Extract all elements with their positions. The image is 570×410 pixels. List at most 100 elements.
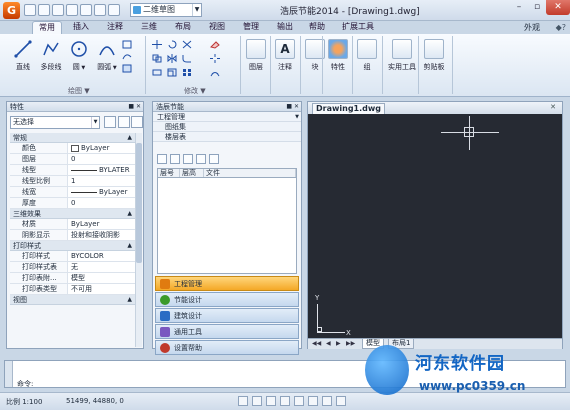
new-project-icon[interactable] bbox=[170, 154, 180, 164]
spline-tool-icon[interactable] bbox=[122, 52, 132, 61]
annotation-button[interactable]: 注释 bbox=[271, 62, 299, 72]
trim-icon[interactable] bbox=[182, 40, 192, 49]
hatch-tool-icon[interactable] bbox=[122, 64, 132, 73]
new-file-icon[interactable] bbox=[24, 4, 36, 16]
remove-floor-icon[interactable] bbox=[196, 154, 206, 164]
document-tab[interactable]: Drawing1.dwg bbox=[312, 103, 385, 114]
nav-architecture-design[interactable]: 建筑设计 bbox=[155, 308, 299, 323]
property-row[interactable]: 阴影显示 投射和接收阴影 bbox=[10, 230, 135, 241]
next-layout-icon[interactable]: ▶ bbox=[336, 340, 341, 347]
utilities-icon[interactable] bbox=[392, 39, 412, 59]
last-layout-icon[interactable]: ▶▶ bbox=[346, 340, 355, 347]
nav-general-tools[interactable]: 通用工具 bbox=[155, 324, 299, 339]
circle-tool-label[interactable]: 圆 ▼ bbox=[64, 62, 94, 72]
select-objects-icon[interactable] bbox=[118, 116, 130, 128]
nav-project-management[interactable]: 工程管理 bbox=[155, 276, 299, 291]
tab-home[interactable]: 常用 bbox=[32, 21, 62, 34]
floor-table-body[interactable] bbox=[157, 178, 297, 274]
tab-layout[interactable]: 布局 bbox=[168, 21, 198, 34]
group-button[interactable]: 组 bbox=[353, 62, 381, 72]
drawing-canvas[interactable]: Y X bbox=[308, 114, 562, 338]
tab-insert[interactable]: 插入 bbox=[66, 21, 96, 34]
property-row[interactable]: 颜色 ByLayer bbox=[10, 143, 135, 154]
annotation-icon[interactable]: A bbox=[275, 39, 295, 59]
property-row[interactable]: 打印表类型 不可用 bbox=[10, 284, 135, 295]
property-row[interactable]: 线宽 ByLayer bbox=[10, 187, 135, 198]
print-icon[interactable] bbox=[80, 4, 92, 16]
panel-pin-close-icon[interactable]: ■ ✕ bbox=[128, 102, 141, 112]
mirror-icon[interactable] bbox=[167, 54, 177, 63]
section-general[interactable]: 常规 ▲ bbox=[10, 133, 135, 143]
array-icon[interactable] bbox=[182, 68, 192, 77]
arc-tool-label[interactable]: 圆弧 ▼ bbox=[92, 62, 122, 72]
close-icon[interactable]: ✕ bbox=[550, 103, 556, 111]
dyn-icon[interactable] bbox=[322, 396, 332, 406]
nav-settings-help[interactable]: 设置帮助 bbox=[155, 340, 299, 355]
property-row[interactable]: 厚度 0 bbox=[10, 198, 135, 209]
layers-icon[interactable] bbox=[246, 39, 266, 59]
rotate-icon[interactable] bbox=[167, 40, 177, 49]
help-icon[interactable]: ◆? bbox=[556, 23, 566, 32]
properties-button[interactable]: 特性 bbox=[324, 62, 352, 72]
property-row[interactable]: 打印样式表无 bbox=[10, 262, 135, 273]
polar-icon[interactable] bbox=[280, 396, 290, 406]
restore-button[interactable]: ▫ bbox=[528, 0, 546, 15]
open-file-icon[interactable] bbox=[38, 4, 50, 16]
nav-energy-design[interactable]: 节能设计 bbox=[155, 292, 299, 307]
otrack-icon[interactable] bbox=[308, 396, 318, 406]
selection-select[interactable]: 无选择 ▼ bbox=[10, 116, 100, 129]
ortho-icon[interactable] bbox=[266, 396, 276, 406]
save-as-icon[interactable] bbox=[66, 4, 78, 16]
prev-layout-icon[interactable]: ◀ bbox=[326, 340, 331, 347]
project-section-header[interactable]: 工程管理 ▼ bbox=[153, 112, 301, 122]
scrollbar-thumb[interactable] bbox=[136, 143, 142, 263]
annotation-scale[interactable]: 比例 1:100 bbox=[6, 397, 42, 407]
undo-icon[interactable] bbox=[94, 4, 106, 16]
open-folder-icon[interactable] bbox=[157, 154, 167, 164]
property-row[interactable]: 线型 BYLATER bbox=[10, 165, 135, 176]
tab-manage[interactable]: 管理 bbox=[236, 21, 266, 34]
property-row[interactable]: 图层 0 bbox=[10, 154, 135, 165]
tab-help[interactable]: 帮助 bbox=[302, 21, 332, 34]
save-icon[interactable] bbox=[52, 4, 64, 16]
polyline-tool-icon[interactable] bbox=[42, 40, 60, 58]
properties-icon[interactable] bbox=[328, 39, 348, 59]
explode-icon[interactable] bbox=[210, 54, 220, 63]
section-3d-effects[interactable]: 三维效果 ▲ bbox=[10, 209, 135, 219]
move-icon[interactable] bbox=[152, 40, 162, 49]
building-icon[interactable] bbox=[209, 154, 219, 164]
offset-icon[interactable] bbox=[210, 68, 220, 77]
tab-annotate[interactable]: 注释 bbox=[100, 21, 130, 34]
app-logo-icon[interactable]: G bbox=[3, 2, 20, 19]
property-row[interactable]: 打印表附... 模型 bbox=[10, 273, 135, 284]
redo-icon[interactable] bbox=[108, 4, 120, 16]
scale-icon[interactable] bbox=[167, 68, 177, 77]
quick-select-icon[interactable] bbox=[131, 116, 143, 128]
workspace-select[interactable]: 二维草图 ▼ bbox=[130, 3, 202, 17]
toggle-pickadd-icon[interactable] bbox=[104, 116, 116, 128]
arc-tool-icon[interactable] bbox=[98, 40, 116, 58]
rectangle-tool-icon[interactable] bbox=[122, 40, 132, 49]
panel-pin-close-icon[interactable]: ■ ✕ bbox=[286, 102, 299, 112]
osnap-icon[interactable] bbox=[294, 396, 304, 406]
section-view[interactable]: 视图 ▲ bbox=[10, 295, 135, 305]
line-tool-icon[interactable] bbox=[14, 40, 32, 58]
section-plot-style[interactable]: 打印样式 ▲ bbox=[10, 241, 135, 251]
minimize-button[interactable]: – bbox=[510, 0, 528, 15]
tab-output[interactable]: 输出 bbox=[270, 21, 300, 34]
close-button[interactable]: ✕ bbox=[546, 0, 570, 15]
command-window-grip[interactable] bbox=[5, 361, 13, 387]
utilities-button[interactable]: 实用工具 bbox=[384, 62, 420, 72]
properties-scrollbar[interactable] bbox=[135, 133, 142, 347]
layers-button[interactable]: 图层 bbox=[242, 62, 270, 72]
tab-extension-tools[interactable]: 扩展工具 bbox=[336, 21, 380, 34]
lineweight-icon[interactable] bbox=[336, 396, 346, 406]
snap-icon[interactable] bbox=[238, 396, 248, 406]
tab-3d[interactable]: 三维 bbox=[134, 21, 164, 34]
add-floor-icon[interactable] bbox=[183, 154, 193, 164]
clipboard-icon[interactable] bbox=[424, 39, 444, 59]
clipboard-button[interactable]: 剪贴板 bbox=[418, 62, 450, 72]
tree-item-sheet-set[interactable]: 图纸集 bbox=[153, 122, 301, 132]
appearance-menu[interactable]: 外观 bbox=[524, 22, 540, 33]
property-row[interactable]: 线型比例 1 bbox=[10, 176, 135, 187]
